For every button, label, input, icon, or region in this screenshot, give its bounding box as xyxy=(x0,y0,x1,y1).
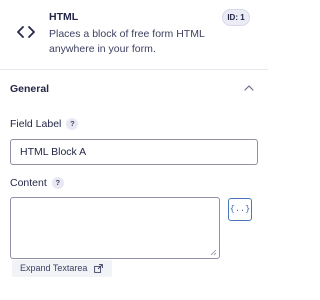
content-textarea[interactable] xyxy=(10,197,220,259)
field-label-label: Field Label? xyxy=(10,118,79,130)
block-description: Places a block of free form HTML anywher… xyxy=(49,28,205,55)
resize-handle-icon[interactable] xyxy=(210,249,217,256)
field-label-input[interactable] xyxy=(10,139,258,165)
chevron-up-icon[interactable] xyxy=(243,83,255,93)
field-label-text: Field Label xyxy=(10,118,62,130)
block-title: HTML xyxy=(49,11,79,23)
expand-textarea-label: Expand Textarea xyxy=(20,263,88,273)
external-link-icon xyxy=(94,264,103,273)
help-icon[interactable]: ? xyxy=(66,118,79,130)
expand-textarea-button[interactable]: Expand Textarea xyxy=(12,260,112,277)
general-section-toggle[interactable]: General xyxy=(0,70,268,106)
merge-tag-button[interactable]: {..} xyxy=(228,198,252,221)
help-icon[interactable]: ? xyxy=(51,177,64,189)
section-title: General xyxy=(10,83,50,95)
code-icon xyxy=(17,26,35,38)
content-label-text: Content xyxy=(10,177,47,189)
block-header: HTML Places a block of free form HTML an… xyxy=(0,0,268,66)
content-label: Content? xyxy=(10,177,64,189)
id-badge: ID: 1 xyxy=(222,9,250,26)
